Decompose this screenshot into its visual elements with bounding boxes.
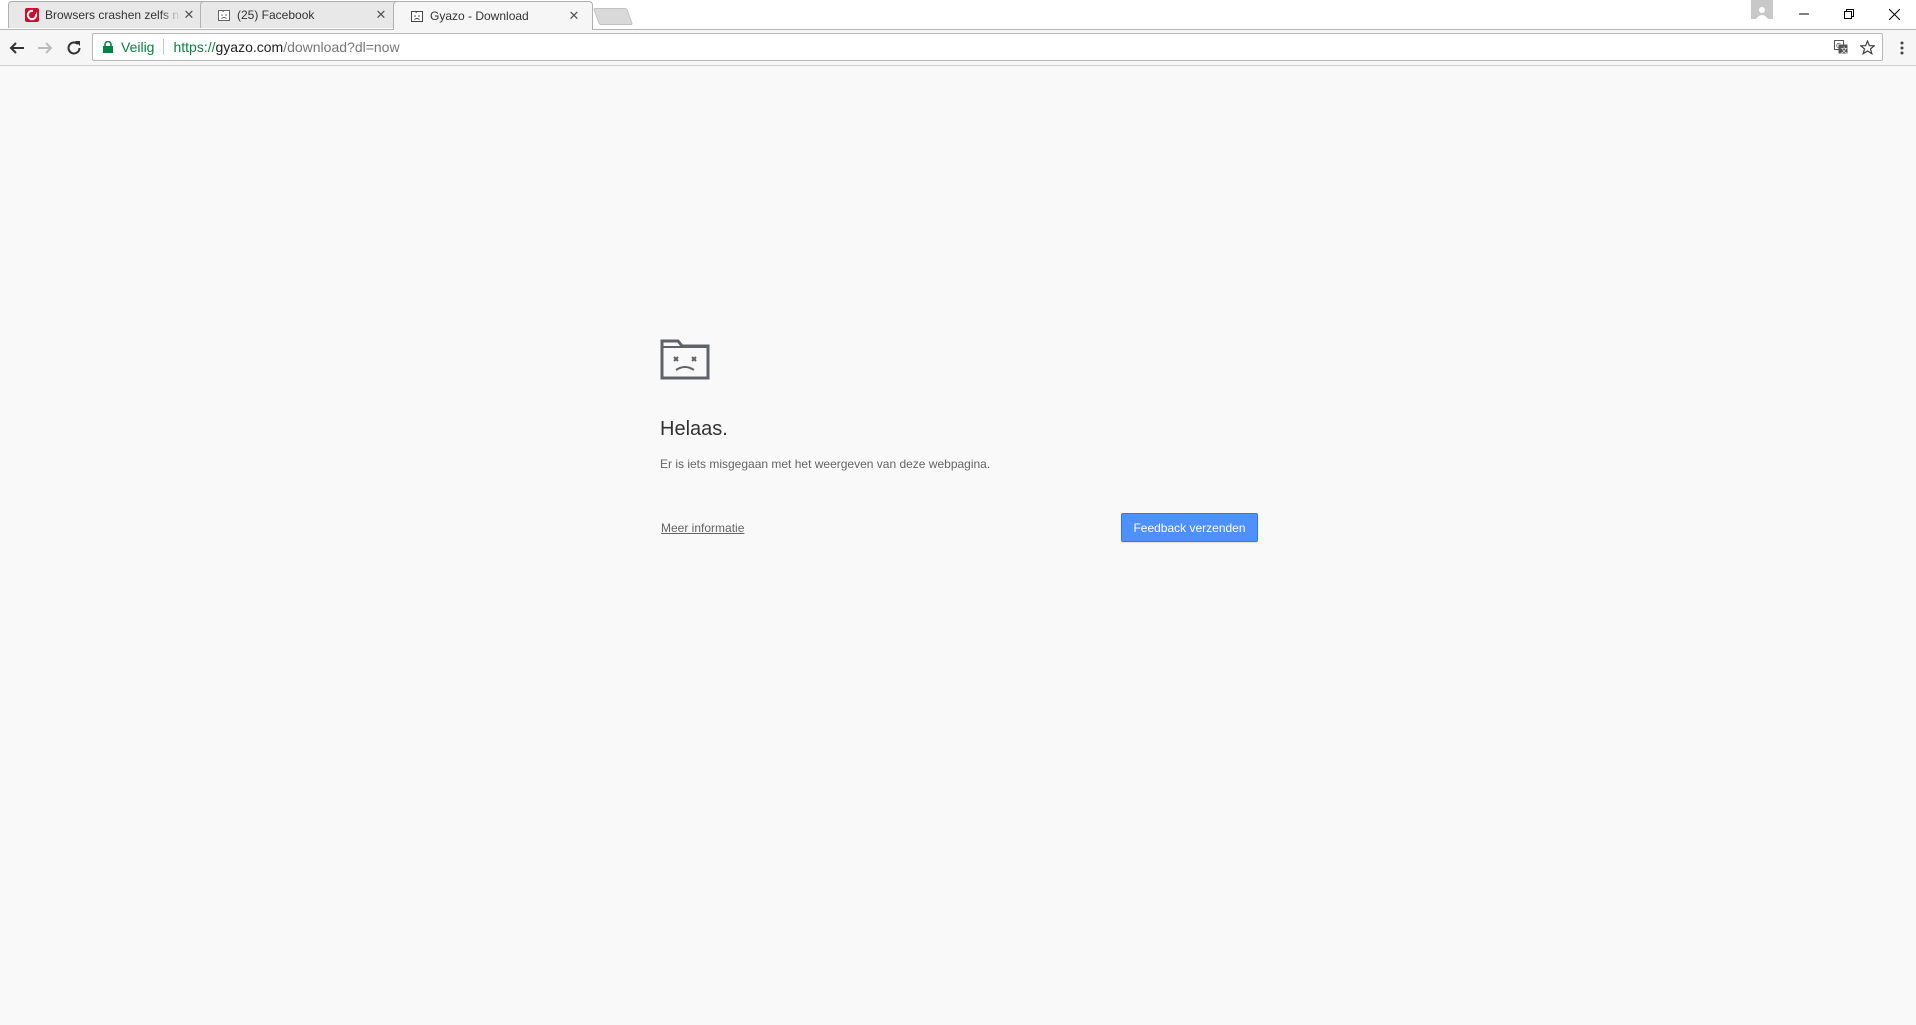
close-window-button[interactable] [1872, 0, 1916, 28]
minimize-button[interactable] [1782, 0, 1826, 28]
sad-page-icon [410, 9, 424, 23]
back-button[interactable] [4, 35, 30, 61]
tab-title: Gyazo - Download [430, 9, 529, 23]
url-host: gyazo.com [215, 39, 284, 55]
page-content: Helaas. Er is iets misgegaan met het wee… [0, 66, 1916, 1025]
url-path: /download?dl=now [283, 39, 400, 55]
reload-button[interactable] [61, 35, 87, 61]
tab-strip: Browsers crashen zelfs na ✕ (25) Faceboo… [0, 0, 1916, 30]
bookmark-star-icon[interactable] [1856, 36, 1878, 58]
tab-gyazo[interactable]: Gyazo - Download ✕ [393, 1, 593, 30]
more-vert-icon [1900, 41, 1904, 55]
error-message: Er is iets misgegaan met het weergeven v… [660, 457, 991, 471]
tab-tweakers[interactable]: Browsers crashen zelfs na ✕ [8, 1, 208, 28]
sad-page-icon [217, 8, 231, 22]
translate-icon[interactable]: G文 [1830, 36, 1852, 58]
more-info-link[interactable]: Meer informatie [661, 521, 744, 535]
back-arrow-icon [9, 42, 24, 54]
send-feedback-button[interactable]: Feedback verzenden [1121, 513, 1258, 542]
secure-label: Veilig [121, 39, 155, 55]
profile-icon[interactable] [1751, 0, 1773, 19]
new-tab-button[interactable] [592, 8, 634, 25]
close-tab-icon[interactable]: ✕ [373, 7, 389, 23]
tab-title: (25) Facebook [237, 8, 315, 22]
sad-tab-icon [660, 339, 710, 380]
chrome-menu-button[interactable] [1892, 35, 1912, 61]
tweakers-icon [25, 8, 39, 22]
address-bar[interactable]: Veilig https://gyazo.com/download?dl=now… [92, 33, 1883, 61]
reload-icon [67, 41, 81, 55]
omnibox-divider [163, 39, 165, 55]
close-tab-icon[interactable]: ✕ [566, 8, 582, 24]
tab-title: Browsers crashen zelfs na [45, 8, 181, 22]
lock-icon [103, 41, 113, 53]
forward-arrow-icon [38, 42, 53, 54]
close-tab-icon[interactable]: ✕ [181, 7, 197, 23]
svg-text:文: 文 [1841, 46, 1848, 55]
forward-button[interactable] [32, 35, 58, 61]
error-title: Helaas. [660, 418, 728, 440]
url-text[interactable]: https://gyazo.com/download?dl=now [173, 39, 399, 55]
browser-toolbar: Veilig https://gyazo.com/download?dl=now… [0, 30, 1916, 66]
url-scheme: https:// [173, 39, 216, 55]
restore-button[interactable] [1827, 0, 1871, 28]
security-indicator[interactable]: Veilig [103, 39, 154, 55]
tab-facebook[interactable]: (25) Facebook ✕ [200, 1, 400, 28]
